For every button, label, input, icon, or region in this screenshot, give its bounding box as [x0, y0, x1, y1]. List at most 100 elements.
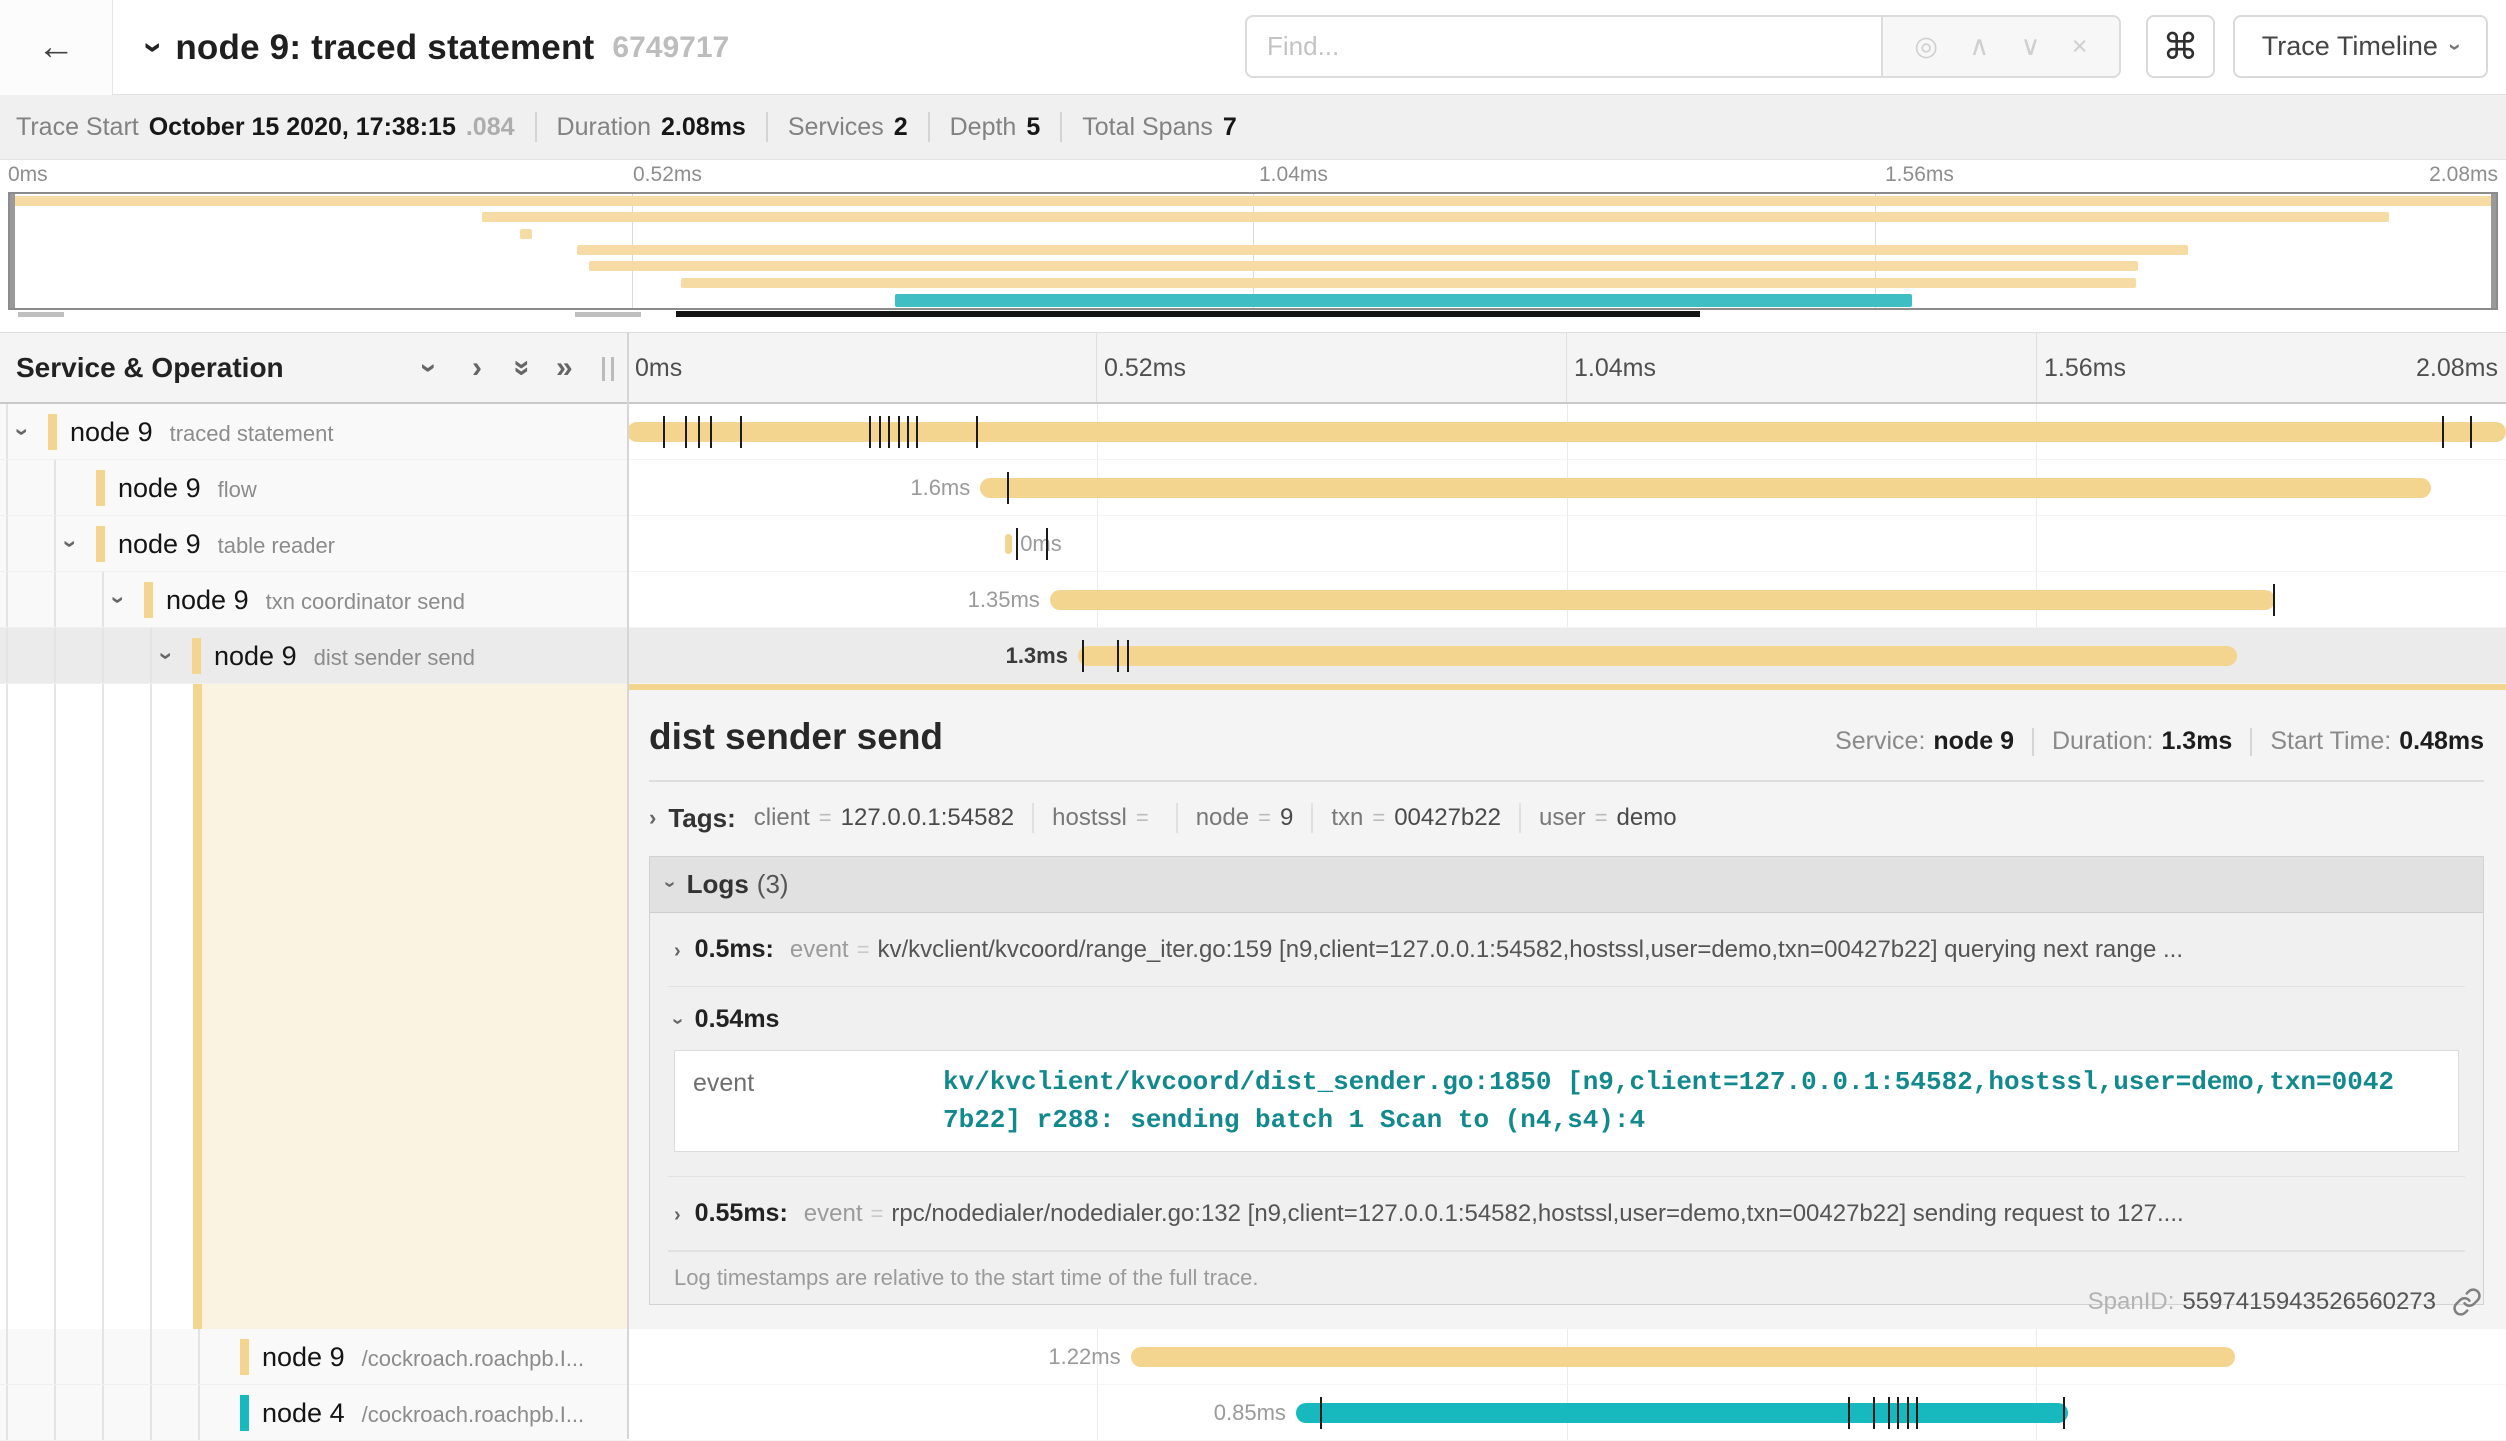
service-name: node 4 [262, 1398, 345, 1428]
expand-one-icon[interactable]: › [472, 333, 482, 403]
minimap-handle-mid[interactable] [575, 312, 641, 317]
keyboard-shortcuts-button[interactable]: ⌘ [2146, 15, 2215, 78]
span-timeline-cell[interactable]: 0.85ms [627, 1385, 2506, 1441]
collapse-caret-icon[interactable]: › [134, 42, 173, 53]
span-name-text: node 9table reader [118, 516, 335, 572]
log-field-table: eventkv/kvclient/kvcoord/dist_sender.go:… [674, 1050, 2459, 1152]
copy-link-icon[interactable] [2452, 1287, 2482, 1317]
span-timeline-cell[interactable]: 1.3ms [627, 628, 2506, 684]
span-row[interactable]: ›node 9dist sender send 1.3ms [0, 628, 2506, 684]
span-row[interactable]: › node 9table reader 0ms [0, 516, 2506, 572]
logs-label: Logs [687, 869, 749, 900]
log-collapse-icon[interactable]: › [666, 1018, 689, 1025]
log-expander-icon[interactable]: › [674, 1204, 681, 1227]
indent-guide [102, 684, 104, 1329]
indent-guide [102, 628, 104, 683]
span-bar[interactable] [1131, 1347, 2236, 1367]
minimap-span-bar [895, 294, 1912, 307]
timeline-gridline [1097, 1385, 1098, 1440]
tags-row[interactable]: › Tags: client=127.0.0.1:54582hostssl=no… [649, 796, 2484, 840]
span-expander-icon[interactable]: › [66, 516, 74, 572]
log-field-key: event [790, 936, 849, 964]
collapse-one-icon[interactable]: › [424, 333, 434, 403]
equals-sign: = [1595, 805, 1608, 831]
span-row[interactable]: node 4/cockroach.roachpb.I...0.85ms [0, 1385, 2506, 1441]
span-timeline-cell[interactable]: 1.22ms [627, 1329, 2506, 1385]
span-timeline-cell[interactable]: 1.6ms [627, 460, 2506, 516]
log-marker-tick [1007, 472, 1009, 504]
minimap-scrubber-right[interactable] [2491, 194, 2496, 308]
log-entry-header[interactable]: ›0.54ms [674, 1005, 2459, 1034]
expand-all-icon[interactable]: » [556, 333, 573, 403]
operation-name: table reader [218, 533, 335, 558]
logs-header[interactable]: › Logs (3) [650, 857, 2483, 913]
span-bar[interactable] [980, 478, 2431, 498]
timeline-minimap[interactable] [8, 192, 2498, 310]
duration-label: 1.22ms [1048, 1329, 1120, 1385]
indent-guide [102, 1329, 104, 1384]
span-row[interactable]: node 9flow1.6ms [0, 460, 2506, 516]
column-resizer-grip[interactable] [602, 357, 614, 381]
collapse-all-icon[interactable]: » [514, 333, 531, 403]
span-name-cell[interactable]: ›node 9dist sender send [0, 628, 627, 684]
span-bar[interactable] [1050, 590, 2275, 610]
ruler-gridline [1096, 333, 1097, 402]
span-timeline-cell[interactable]: 1.35ms [627, 572, 2506, 628]
minimap-tick-label: 1.04ms [1259, 160, 1328, 190]
span-name-cell[interactable]: ›node 9traced statement [0, 404, 627, 460]
span-row[interactable]: node 9/cockroach.roachpb.I... 1.22ms [0, 1329, 2506, 1385]
log-marker-tick [1916, 1397, 1918, 1429]
span-bar[interactable] [1005, 534, 1013, 554]
trace-id: 6749717 [612, 31, 729, 65]
log-timestamp: 0.54ms [695, 1005, 780, 1034]
span-timeline-cell[interactable] [627, 404, 2506, 460]
span-detail-meta: Service:node 9Duration:1.3msStart Time:0… [1835, 727, 2484, 756]
span-name-cell[interactable]: › node 9table reader [0, 516, 627, 572]
log-entry[interactable]: ›0.55ms:event=rpc/nodedialer/nodedialer.… [668, 1177, 2465, 1251]
span-row[interactable]: ›node 9txn coordinator send1.35ms [0, 572, 2506, 628]
span-expander-icon[interactable]: › [162, 628, 170, 684]
span-expander-icon[interactable]: › [114, 572, 122, 628]
log-entry-expanded[interactable]: ›0.54mseventkv/kvclient/kvcoord/dist_sen… [668, 987, 2465, 1177]
minimap-tick-label: 0ms [8, 160, 48, 190]
span-bar[interactable] [1078, 646, 2237, 666]
span-bar[interactable] [1296, 1403, 2068, 1423]
span-name-cell[interactable]: node 9/cockroach.roachpb.I... [0, 1329, 627, 1385]
scroll-indicator[interactable] [676, 311, 1700, 317]
minimap-handle-left[interactable] [18, 312, 64, 317]
operation-name: /cockroach.roachpb.I... [362, 1402, 585, 1427]
command-icon: ⌘ [2163, 26, 2199, 68]
span-expander-icon[interactable]: › [18, 404, 26, 460]
span-name-cell[interactable]: node 4/cockroach.roachpb.I... [0, 1385, 627, 1441]
prev-result-icon[interactable]: ∧ [1969, 31, 1989, 62]
service-color-swatch [48, 414, 57, 450]
panel-divider[interactable] [627, 332, 629, 1439]
log-marker-tick [663, 416, 665, 448]
span-timeline-cell[interactable]: 0ms [627, 516, 2506, 572]
log-marker-tick [976, 416, 978, 448]
log-marker-tick [1897, 1397, 1899, 1429]
find-input[interactable] [1245, 15, 1881, 78]
clear-search-icon[interactable]: × [2072, 31, 2088, 62]
log-entry[interactable]: ›0.5ms:event=kv/kvclient/kvcoord/range_i… [668, 913, 2465, 987]
tags-expander-icon[interactable]: › [649, 805, 656, 831]
summary-label: Depth [950, 113, 1017, 142]
duration-label: 1.3ms [1006, 628, 1068, 684]
summary-value: 5 [1026, 113, 1040, 142]
log-marker-tick [1127, 640, 1129, 672]
ruler-gridline [2036, 333, 2037, 402]
span-name-cell[interactable]: ›node 9txn coordinator send [0, 572, 627, 628]
minimap-scrubber-left[interactable] [10, 194, 15, 308]
log-expander-icon[interactable]: › [674, 940, 681, 963]
minimap-span-bar [520, 229, 532, 239]
locate-icon[interactable]: ◎ [1914, 31, 1938, 62]
indent-guide [54, 572, 56, 627]
logs-expander-icon: › [658, 881, 681, 888]
span-name-cell[interactable]: node 9flow [0, 460, 627, 516]
back-button[interactable]: ← [0, 0, 113, 95]
service-color-swatch [96, 526, 105, 562]
summary-item: Services2 [788, 113, 908, 142]
next-result-icon[interactable]: ∨ [2021, 31, 2041, 62]
span-row[interactable]: ›node 9traced statement [0, 404, 2506, 460]
trace-timeline-dropdown[interactable]: Trace Timeline › [2233, 15, 2488, 78]
